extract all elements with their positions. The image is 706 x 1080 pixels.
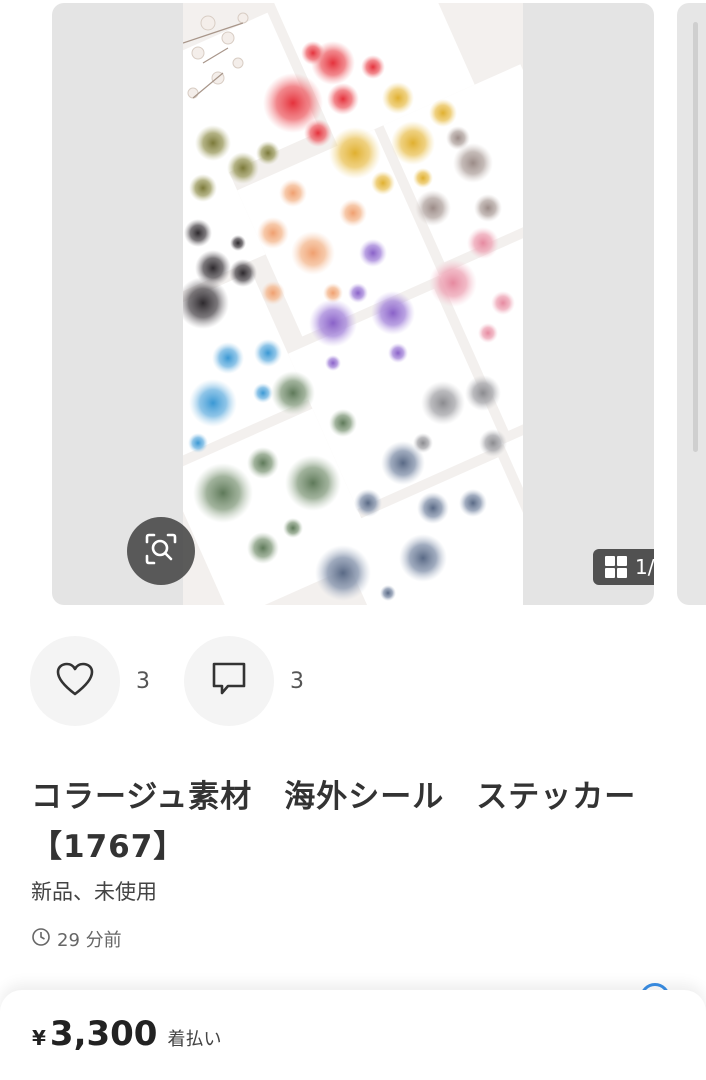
zoom-scan-icon <box>144 532 178 570</box>
comment-count: 3 <box>290 668 304 694</box>
like-count: 3 <box>136 668 150 694</box>
comment-button[interactable] <box>184 636 274 726</box>
currency-symbol: ¥ <box>32 1026 46 1050</box>
counter-text: 1/7 <box>635 555 654 579</box>
grid-icon <box>605 556 627 578</box>
price-amount: 3,300 <box>49 1014 158 1054</box>
clock-icon <box>31 927 51 952</box>
price: ¥ 3,300 着払い <box>32 1014 221 1054</box>
price-bar: ¥ 3,300 着払い <box>0 990 706 1080</box>
product-image-slide[interactable]: 1/7 <box>52 3 654 605</box>
shipping-label: 着払い <box>167 1029 222 1050</box>
item-condition: 新品、未使用 <box>31 880 157 904</box>
image-counter: 1/7 <box>593 549 654 585</box>
posted-time-text: 29 分前 <box>57 930 122 951</box>
next-image-slide[interactable] <box>677 3 706 605</box>
zoom-button[interactable] <box>127 517 195 585</box>
action-bar: 3 3 <box>30 636 330 726</box>
like-button[interactable] <box>30 636 120 726</box>
heart-icon <box>55 661 95 701</box>
image-carousel[interactable]: 1/7 <box>0 0 706 610</box>
posted-time: 29 分前 <box>31 926 122 952</box>
comment-icon <box>210 660 248 702</box>
item-title: コラージュ素材 海外シール ステッカー 【1767】 <box>31 779 637 865</box>
scrollbar-thumb[interactable] <box>693 22 698 452</box>
product-photo <box>183 3 523 605</box>
